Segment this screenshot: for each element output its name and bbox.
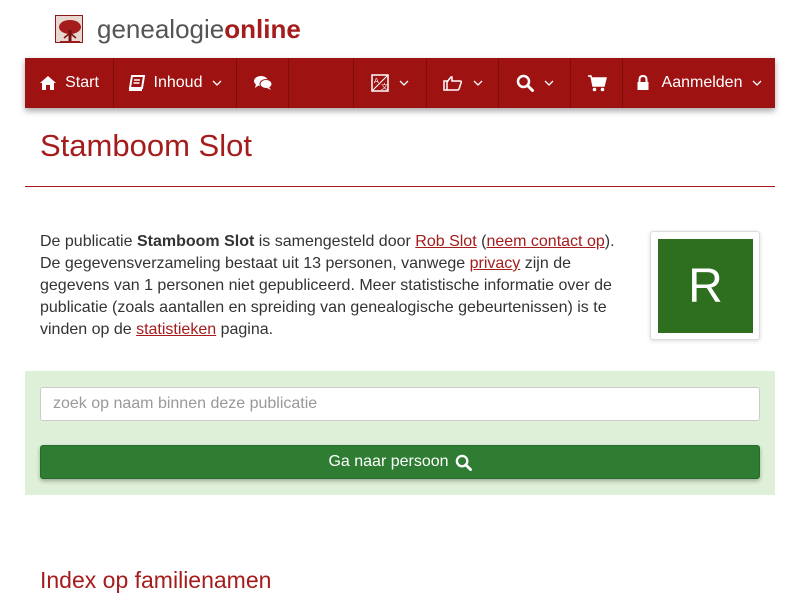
nav-inhoud[interactable]: Inhoud	[114, 58, 237, 108]
main-navbar: Start Inhoud A 文 Aanmelden	[25, 58, 775, 108]
intro-text: De publicatie	[40, 233, 137, 250]
thumbs-up-icon	[442, 76, 462, 91]
nav-social[interactable]	[427, 58, 499, 108]
svg-text:文: 文	[381, 82, 388, 91]
brand-part2: online	[224, 14, 301, 44]
site-logo-text[interactable]: genealogieonline	[97, 12, 301, 46]
page-title: Stamboom Slot	[40, 128, 252, 163]
home-icon	[40, 76, 57, 90]
nav-shop[interactable]	[571, 58, 623, 108]
publication-name: Stamboom Slot	[136, 233, 255, 250]
language-icon: A 文	[371, 74, 389, 92]
surname-index-heading: Index op familienamen	[40, 567, 272, 593]
comments-icon	[253, 76, 272, 90]
nav-inhoud-label: Inhoud	[153, 74, 203, 91]
lock-icon	[637, 75, 649, 90]
nav-language[interactable]: A 文	[354, 58, 427, 108]
nav-search[interactable]	[499, 58, 571, 108]
intro-text: pagina.	[216, 321, 274, 338]
search-icon	[455, 454, 472, 471]
publication-intro: De publicatie Stamboom Slot is samengest…	[40, 231, 630, 341]
author-avatar-card[interactable]: R	[650, 231, 760, 340]
nav-forum[interactable]	[237, 58, 289, 108]
chevron-down-icon	[213, 80, 222, 86]
brand-part1: genealogie	[97, 14, 225, 44]
nav-login-label: Aanmelden	[661, 74, 743, 91]
search-input[interactable]	[40, 387, 760, 421]
chevron-down-icon	[473, 80, 482, 86]
nav-start[interactable]: Start	[25, 58, 114, 108]
tree-icon[interactable]	[55, 15, 83, 43]
chevron-down-icon	[753, 80, 762, 86]
intro-text: (	[476, 233, 487, 250]
intro-text: is samengesteld door	[254, 233, 416, 250]
nav-spacer	[289, 58, 354, 108]
title-divider	[25, 186, 775, 187]
privacy-link[interactable]: privacy	[470, 255, 521, 272]
chevron-down-icon	[544, 80, 553, 86]
nav-login[interactable]: Aanmelden	[623, 58, 775, 108]
search-panel: Ga naar persoon	[25, 371, 775, 495]
nav-start-label: Start	[65, 74, 99, 91]
svg-text:A: A	[374, 77, 379, 85]
site-header: genealogieonline	[55, 12, 301, 46]
shopping-cart-icon	[587, 75, 607, 92]
contact-link[interactable]: neem contact op	[486, 233, 604, 250]
author-link[interactable]: Rob Slot	[415, 233, 476, 250]
go-to-person-label: Ga naar persoon	[328, 453, 449, 470]
avatar: R	[658, 239, 753, 333]
go-to-person-button[interactable]: Ga naar persoon	[40, 445, 760, 479]
statistics-link[interactable]: statistieken	[136, 321, 216, 338]
book-icon	[128, 75, 145, 91]
chevron-down-icon	[399, 80, 409, 86]
search-icon	[516, 74, 534, 92]
